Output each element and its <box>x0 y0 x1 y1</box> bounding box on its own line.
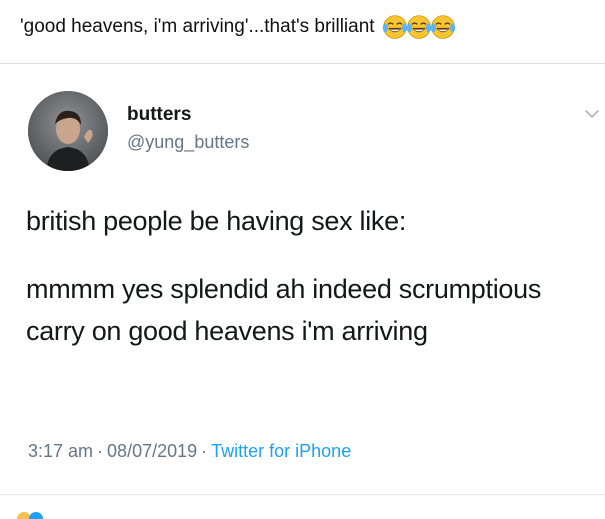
author-name[interactable]: butters <box>127 104 191 126</box>
tweet-text-paragraph: mmmm yes splendid ah indeed scrumptious … <box>26 274 542 346</box>
tweet-source-link[interactable]: Twitter for iPhone <box>211 441 351 461</box>
tweet-top-divider <box>0 63 605 64</box>
tweet-date[interactable]: 08/07/2019 <box>107 441 197 461</box>
chevron-down-icon[interactable] <box>582 104 602 124</box>
face-with-tears-of-joy-icon <box>430 15 455 39</box>
profile-photo <box>28 91 108 171</box>
avatar[interactable] <box>28 91 108 171</box>
engagement-avatars-icon <box>17 512 43 519</box>
tweet-text-line: british people be having sex like: <box>26 206 407 236</box>
caption-text: 'good heavens, i'm arriving'...that's br… <box>20 16 375 37</box>
separator-dot: · <box>201 441 208 461</box>
author-handle[interactable]: @yung_butters <box>127 132 249 153</box>
tweet-time[interactable]: 3:17 am <box>28 441 93 461</box>
separator-dot: · <box>97 441 104 461</box>
caption: 'good heavens, i'm arriving'...that's br… <box>20 12 457 42</box>
tweet-metadata: 3:17 am · 08/07/2019 · Twitter for iPhone <box>28 441 351 462</box>
tweet-bottom-divider <box>0 494 605 495</box>
emoji-group <box>381 13 457 41</box>
